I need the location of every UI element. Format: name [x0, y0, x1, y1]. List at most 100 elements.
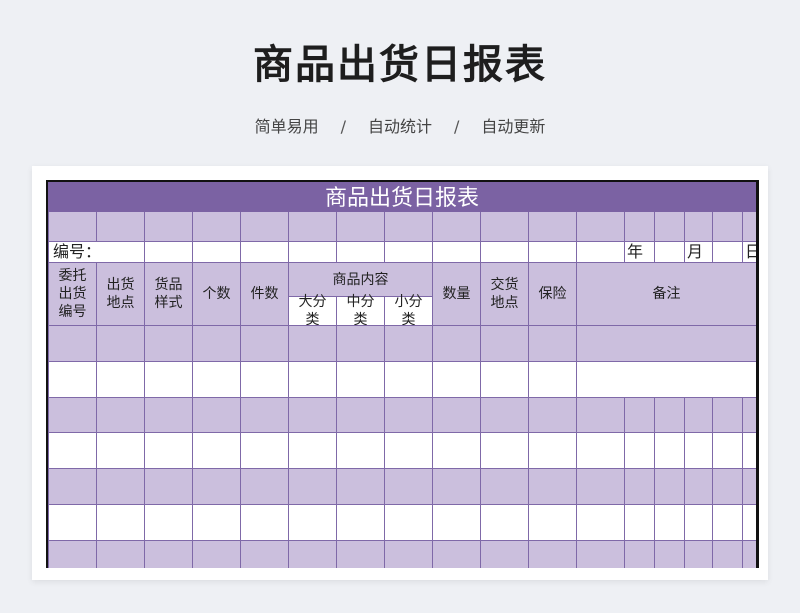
data-cell[interactable] — [336, 504, 385, 541]
table-cell[interactable] — [528, 241, 577, 263]
data-cell[interactable] — [240, 361, 289, 398]
table-cell[interactable] — [288, 241, 337, 263]
data-cell[interactable] — [528, 504, 577, 541]
header-major-category[interactable]: 大分类 — [288, 294, 337, 328]
data-cell[interactable] — [654, 432, 685, 469]
header-goods-style[interactable]: 货品样式 — [144, 262, 193, 326]
data-cell[interactable] — [432, 397, 481, 433]
table-cell[interactable] — [240, 241, 289, 263]
data-cell[interactable] — [654, 397, 685, 433]
data-cell[interactable] — [96, 504, 145, 541]
data-cell[interactable] — [712, 432, 743, 469]
number-label[interactable]: 编号： — [48, 241, 145, 263]
table-cell[interactable] — [240, 210, 289, 242]
data-cell[interactable] — [288, 361, 337, 398]
header-consignor-code[interactable]: 委托出货编号 — [48, 262, 97, 326]
data-cell[interactable] — [240, 325, 289, 362]
data-cell[interactable] — [336, 325, 385, 362]
day-label[interactable]: 日 — [742, 241, 756, 263]
data-cell[interactable] — [684, 540, 713, 568]
data-cell[interactable] — [712, 540, 743, 568]
data-cell[interactable] — [192, 361, 241, 398]
data-cell[interactable] — [480, 540, 529, 568]
table-cell[interactable] — [96, 210, 145, 242]
data-cell[interactable] — [288, 540, 337, 568]
data-cell[interactable] — [288, 432, 337, 469]
data-cell[interactable] — [96, 325, 145, 362]
table-cell[interactable] — [144, 241, 193, 263]
data-cell[interactable] — [192, 504, 241, 541]
table-cell[interactable] — [576, 210, 625, 242]
data-cell[interactable] — [336, 361, 385, 398]
data-cell[interactable] — [624, 468, 655, 505]
table-cell[interactable] — [336, 241, 385, 263]
header-goods-content[interactable]: 商品内容 — [288, 262, 433, 297]
data-cell[interactable] — [684, 397, 713, 433]
data-cell[interactable] — [480, 468, 529, 505]
data-cell[interactable] — [384, 468, 433, 505]
table-cell[interactable] — [480, 241, 529, 263]
data-cell[interactable] — [528, 325, 577, 362]
data-cell[interactable] — [480, 361, 529, 398]
data-cell[interactable] — [48, 361, 97, 398]
month-label[interactable]: 月 — [684, 241, 713, 263]
data-cell[interactable] — [742, 540, 756, 568]
data-cell[interactable] — [48, 468, 97, 505]
data-cell[interactable] — [624, 504, 655, 541]
data-cell[interactable] — [336, 540, 385, 568]
table-cell[interactable] — [144, 210, 193, 242]
data-cell[interactable] — [336, 432, 385, 469]
data-cell[interactable] — [384, 432, 433, 469]
data-cell[interactable] — [144, 432, 193, 469]
data-cell[interactable] — [480, 325, 529, 362]
header-ship-location[interactable]: 出货地点 — [96, 262, 145, 326]
table-cell[interactable] — [684, 210, 713, 242]
table-cell[interactable] — [192, 210, 241, 242]
year-value[interactable] — [654, 241, 685, 263]
data-cell[interactable] — [240, 540, 289, 568]
data-cell[interactable] — [288, 397, 337, 433]
data-cell[interactable] — [192, 468, 241, 505]
data-cell[interactable] — [432, 325, 481, 362]
data-cell[interactable] — [742, 468, 756, 505]
data-cell[interactable] — [144, 361, 193, 398]
year-label[interactable]: 年 — [624, 241, 655, 263]
data-cell[interactable] — [576, 397, 625, 433]
month-value[interactable] — [712, 241, 743, 263]
table-cell[interactable] — [288, 210, 337, 242]
header-count[interactable]: 个数 — [192, 262, 241, 326]
data-cell[interactable] — [288, 504, 337, 541]
data-cell[interactable] — [684, 468, 713, 505]
header-minor-category[interactable]: 小分类 — [384, 294, 433, 328]
table-cell[interactable] — [712, 210, 743, 242]
data-cell[interactable] — [742, 397, 756, 433]
data-cell[interactable] — [384, 504, 433, 541]
remarks-cell[interactable] — [576, 325, 756, 362]
data-cell[interactable] — [144, 540, 193, 568]
data-cell[interactable] — [480, 504, 529, 541]
data-cell[interactable] — [432, 540, 481, 568]
data-cell[interactable] — [528, 540, 577, 568]
header-pieces[interactable]: 件数 — [240, 262, 289, 326]
data-cell[interactable] — [576, 504, 625, 541]
data-cell[interactable] — [336, 397, 385, 433]
data-cell[interactable] — [624, 540, 655, 568]
data-cell[interactable] — [384, 325, 433, 362]
data-cell[interactable] — [288, 468, 337, 505]
data-cell[interactable] — [192, 325, 241, 362]
data-cell[interactable] — [192, 432, 241, 469]
data-cell[interactable] — [576, 468, 625, 505]
data-cell[interactable] — [684, 504, 713, 541]
table-cell[interactable] — [654, 210, 685, 242]
header-remarks[interactable]: 备注 — [576, 262, 756, 326]
data-cell[interactable] — [528, 361, 577, 398]
data-cell[interactable] — [240, 432, 289, 469]
data-cell[interactable] — [144, 504, 193, 541]
data-cell[interactable] — [432, 432, 481, 469]
header-delivery-location[interactable]: 交货地点 — [480, 262, 529, 326]
data-cell[interactable] — [528, 468, 577, 505]
data-cell[interactable] — [742, 504, 756, 541]
data-cell[interactable] — [576, 540, 625, 568]
table-cell[interactable] — [432, 210, 481, 242]
data-cell[interactable] — [654, 504, 685, 541]
